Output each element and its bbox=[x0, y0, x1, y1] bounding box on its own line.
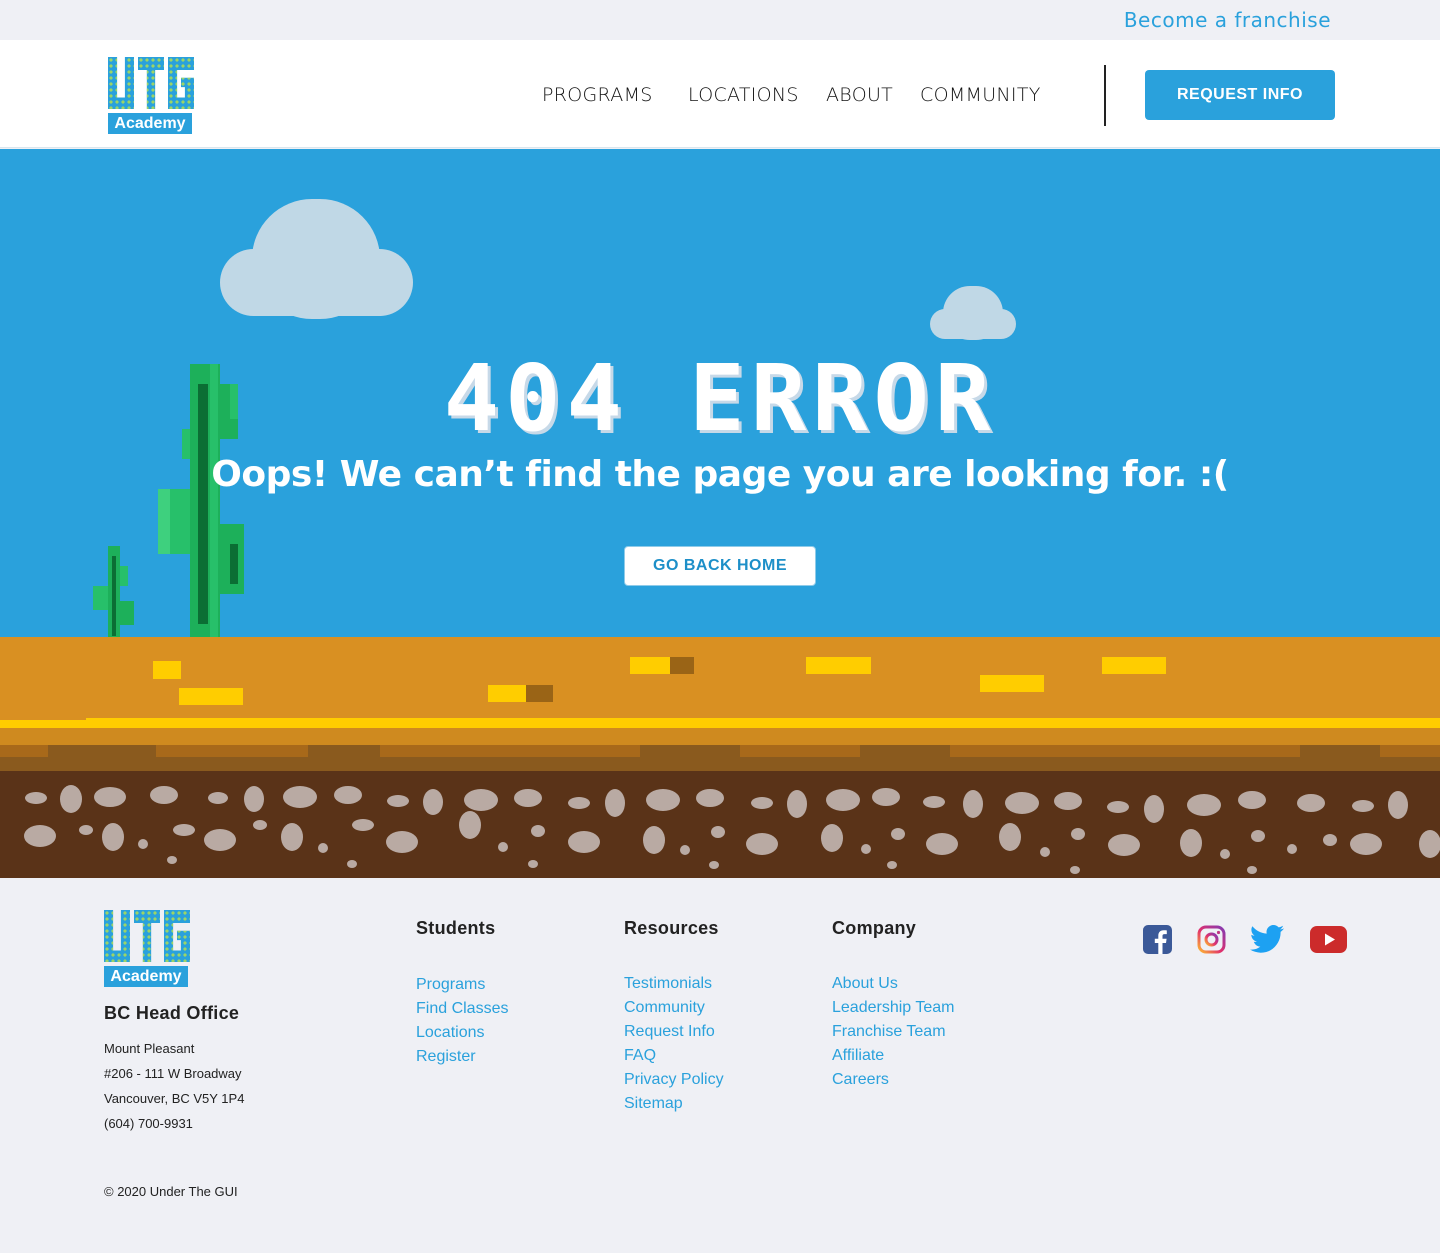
logo-wordmark: Academy bbox=[108, 113, 192, 134]
footer-col-resources: Resources Testimonials Community Request… bbox=[624, 918, 724, 1116]
address-line: Vancouver, BC V5Y 1P4 bbox=[104, 1091, 245, 1106]
footer-col-students: Students Programs Find Classes Locations… bbox=[416, 918, 508, 1069]
logo-letter-t bbox=[134, 910, 160, 962]
footer-link-about-us[interactable]: About Us bbox=[832, 972, 954, 996]
footer-link-request-info[interactable]: Request Info bbox=[624, 1020, 724, 1044]
go-back-home-button[interactable]: GO BACK HOME bbox=[624, 546, 816, 586]
error-title: 404 ERROR bbox=[443, 345, 997, 452]
nav-about[interactable]: ABOUT bbox=[826, 84, 893, 106]
footer-link-careers[interactable]: Careers bbox=[832, 1068, 954, 1092]
cactus-small bbox=[93, 546, 134, 637]
footer-col-title: Resources bbox=[624, 918, 719, 938]
desert-ground bbox=[0, 637, 1440, 878]
top-strip: Become a franchise bbox=[0, 0, 1440, 40]
logo-letter-g bbox=[164, 910, 190, 962]
request-info-button[interactable]: REQUEST INFO bbox=[1145, 70, 1335, 120]
nav-divider bbox=[1104, 65, 1106, 126]
hero-404: 404 ERROR Oops! We can’t find the page y… bbox=[0, 149, 1440, 637]
logo-letter-g bbox=[168, 57, 194, 109]
footer-link-privacy-policy[interactable]: Privacy Policy bbox=[624, 1068, 724, 1092]
footer-col-company: Company About Us Leadership Team Franchi… bbox=[832, 918, 954, 1092]
site-header: Academy PROGRAMS LOCATIONS ABOUT COMMUNI… bbox=[0, 40, 1440, 148]
youtube-icon[interactable] bbox=[1310, 925, 1347, 954]
logo-wordmark: Academy bbox=[104, 966, 188, 987]
nav-locations[interactable]: LOCATIONS bbox=[688, 84, 799, 106]
twitter-icon[interactable] bbox=[1249, 925, 1284, 954]
phone-number: (604) 700-9931 bbox=[104, 1116, 193, 1131]
facebook-icon[interactable] bbox=[1143, 925, 1172, 954]
office-address: Mount Pleasant #206 - 111 W Broadway Van… bbox=[104, 1036, 244, 1136]
address-line: Mount Pleasant bbox=[104, 1041, 195, 1056]
footer-col-title: Company bbox=[832, 918, 917, 938]
logo-letter-u bbox=[104, 910, 130, 962]
logo-letters bbox=[104, 910, 190, 962]
footer-link-find-classes[interactable]: Find Classes bbox=[416, 997, 508, 1021]
footer-link-register[interactable]: Register bbox=[416, 1045, 508, 1069]
utg-academy-logo[interactable]: Academy bbox=[108, 57, 194, 134]
footer-link-affiliate[interactable]: Affiliate bbox=[832, 1044, 954, 1068]
error-message: Oops! We can’t find the page you are loo… bbox=[211, 454, 1229, 495]
address-line: #206 - 111 W Broadway bbox=[104, 1066, 242, 1081]
nav-community[interactable]: COMMUNITY bbox=[920, 84, 1041, 106]
nav-programs[interactable]: PROGRAMS bbox=[542, 84, 653, 106]
footer-logo[interactable]: Academy bbox=[104, 910, 190, 987]
site-footer: Academy BC Head Office Mount Pleasant #2… bbox=[0, 878, 1440, 1253]
footer-link-community[interactable]: Community bbox=[624, 996, 724, 1020]
instagram-icon[interactable] bbox=[1197, 925, 1226, 954]
footer-col-title: Students bbox=[416, 918, 496, 938]
footer-link-locations[interactable]: Locations bbox=[416, 1021, 508, 1045]
logo-letter-t bbox=[138, 57, 164, 109]
footer-link-leadership-team[interactable]: Leadership Team bbox=[832, 996, 954, 1020]
footer-link-testimonials[interactable]: Testimonials bbox=[624, 972, 724, 996]
footer-link-franchise-team[interactable]: Franchise Team bbox=[832, 1020, 954, 1044]
logo-letters bbox=[108, 57, 194, 109]
logo-letter-u bbox=[108, 57, 134, 109]
footer-link-faq[interactable]: FAQ bbox=[624, 1044, 724, 1068]
become-franchise-link[interactable]: Become a franchise bbox=[1124, 8, 1331, 32]
footer-link-programs[interactable]: Programs bbox=[416, 973, 508, 997]
copyright-text: © 2020 Under The GUI bbox=[104, 1184, 238, 1199]
footer-link-sitemap[interactable]: Sitemap bbox=[624, 1092, 724, 1116]
office-title: BC Head Office bbox=[104, 1003, 240, 1023]
